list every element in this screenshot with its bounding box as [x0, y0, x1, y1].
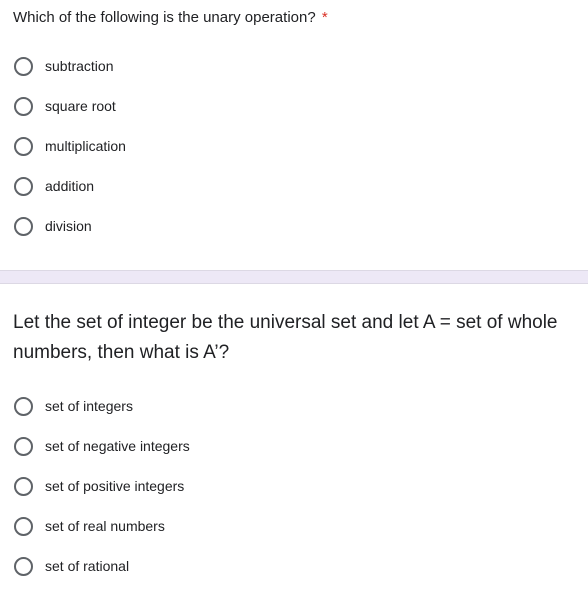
form-page: Which of the following is the unary oper… [0, 0, 588, 599]
question-separator [0, 270, 588, 284]
radio-option-set-of-real-numbers[interactable]: set of real numbers [0, 506, 588, 546]
option-label: set of real numbers [45, 518, 165, 534]
radio-option-addition[interactable]: addition [0, 166, 588, 206]
radio-option-division[interactable]: division [0, 206, 588, 246]
option-label: set of rational [45, 558, 130, 574]
radio-option-set-of-rational[interactable]: set of rational [0, 546, 588, 586]
option-label: subtraction [45, 58, 114, 74]
radio-button-icon[interactable] [14, 137, 33, 156]
radio-button-icon[interactable] [14, 477, 33, 496]
radio-button-icon[interactable] [14, 57, 33, 76]
option-label: division [45, 218, 92, 234]
question-2-options: set of integers set of negative integers… [0, 386, 588, 586]
radio-button-icon[interactable] [14, 217, 33, 236]
radio-button-icon[interactable] [14, 557, 33, 576]
radio-option-square-root[interactable]: square root [0, 86, 588, 126]
radio-button-icon[interactable] [14, 97, 33, 116]
radio-button-icon[interactable] [14, 397, 33, 416]
radio-button-icon[interactable] [14, 437, 33, 456]
option-label: square root [45, 98, 116, 114]
option-label: set of negative integers [45, 438, 190, 454]
radio-option-set-of-negative-integers[interactable]: set of negative integers [0, 426, 588, 466]
option-label: set of positive integers [45, 478, 185, 494]
option-label: addition [45, 178, 95, 194]
radio-option-subtraction[interactable]: subtraction [0, 46, 588, 86]
option-label: multiplication [45, 138, 126, 154]
radio-button-icon[interactable] [14, 517, 33, 536]
option-label: set of integers [45, 398, 133, 414]
question-2-title: Let the set of integer be the universal … [13, 312, 558, 363]
radio-option-set-of-integers[interactable]: set of integers [0, 386, 588, 426]
question-1-options: subtraction square root multiplication a… [0, 46, 588, 246]
radio-option-multiplication[interactable]: multiplication [0, 126, 588, 166]
radio-button-icon[interactable] [14, 177, 33, 196]
question-1-title: Which of the following is the unary oper… [13, 8, 328, 28]
required-asterisk: * [321, 9, 328, 26]
question-1-text: Which of the following is the unary oper… [13, 9, 316, 26]
radio-option-set-of-positive-integers[interactable]: set of positive integers [0, 466, 588, 506]
